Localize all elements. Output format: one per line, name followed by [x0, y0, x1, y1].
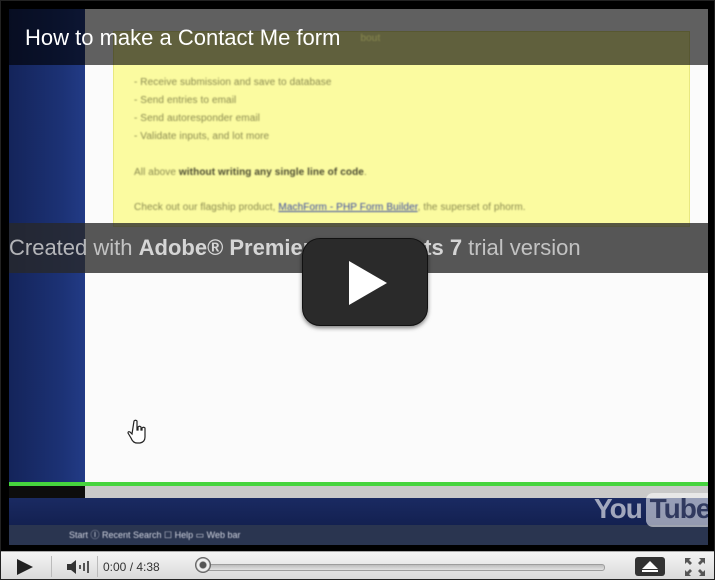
large-play-button[interactable]	[302, 238, 428, 326]
watermark-prefix: Created with	[9, 235, 139, 260]
play-icon[interactable]	[15, 559, 35, 575]
title-bar: How to make a Contact Me form bout	[9, 9, 708, 65]
video-title[interactable]: How to make a Contact Me form bout	[25, 25, 380, 51]
youtube-logo-you: You	[594, 493, 643, 524]
seek-handle[interactable]	[195, 557, 211, 573]
checkout-link: MachForm - PHP Form Builder	[278, 202, 418, 213]
checkout-suffix: , the superset of phorm.	[417, 202, 526, 213]
checkout-prefix: Check out our flagship product,	[134, 202, 279, 213]
time-display: 0:00 / 4:38	[103, 560, 160, 574]
volume-icon[interactable]	[67, 560, 91, 574]
screen-left-rail	[9, 9, 85, 545]
video-title-text: How to make a Contact Me form	[25, 25, 341, 50]
toggle-size-icon	[642, 561, 658, 572]
seek-bar[interactable]	[201, 564, 605, 571]
body-line: - Validate inputs, and lot more	[134, 131, 270, 142]
control-divider	[51, 556, 52, 577]
control-bar: 0:00 / 4:38	[1, 551, 714, 579]
youtube-logo-tube: Tube	[649, 493, 708, 524]
video-frame[interactable]: - Receive submission and save to databas…	[9, 9, 708, 545]
body-line: - Send autoresponder email	[134, 113, 261, 124]
duration: 4:38	[136, 560, 160, 574]
body-line: - Send entries to email	[134, 95, 237, 106]
large-play-icon	[349, 261, 387, 305]
all-above-text: All above without writing any single lin…	[134, 167, 367, 178]
title-tail-text: bout	[360, 33, 381, 44]
all-above-prefix: All above	[134, 167, 179, 178]
all-above-suffix: .	[363, 167, 367, 178]
video-player: - Receive submission and save to databas…	[0, 0, 715, 580]
checkout-text: Check out our flagship product, MachForm…	[134, 202, 526, 213]
fullscreen-icon[interactable]	[685, 558, 705, 576]
body-line: - Receive submission and save to databas…	[134, 77, 332, 88]
toggle-size-button[interactable]	[635, 557, 665, 576]
watermark-suffix: trial version	[462, 235, 581, 260]
youtube-logo-tube-box: Tube	[646, 493, 708, 527]
all-above-bold: without writing any single line of code	[178, 167, 364, 178]
hand-cursor-icon	[127, 419, 146, 444]
current-time: 0:00	[103, 560, 127, 574]
control-divider	[97, 556, 98, 577]
time-separator: /	[126, 560, 137, 574]
recorded-taskbar: Start Ⓘ Recent Search ☐ Help ▭ Web bar	[9, 525, 708, 545]
taskbar-text: Start Ⓘ Recent Search ☐ Help ▭ Web bar	[69, 530, 241, 540]
